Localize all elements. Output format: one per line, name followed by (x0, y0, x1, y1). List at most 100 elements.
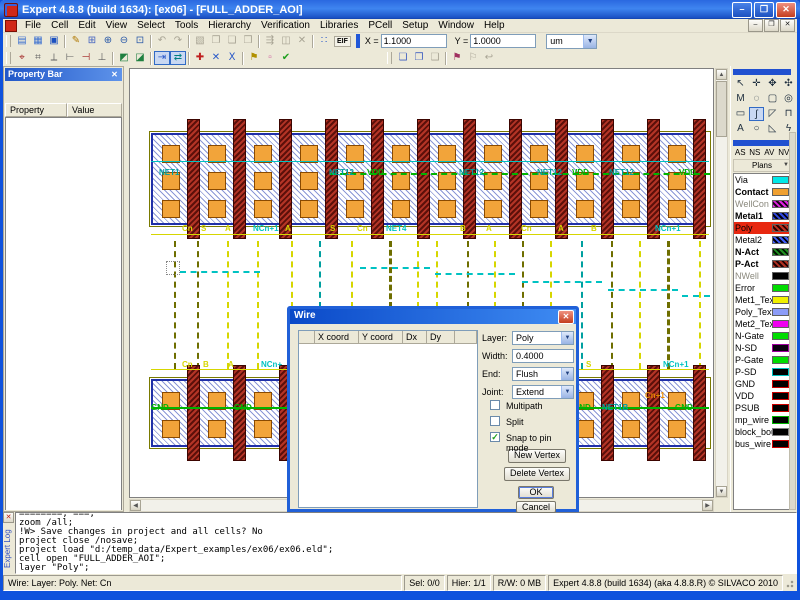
toolbar-edit-icon[interactable]: ✎ (68, 34, 84, 48)
ok-button[interactable]: OK (518, 486, 554, 499)
layer-swatch[interactable] (772, 440, 789, 448)
tool-mirror-icon[interactable]: M (733, 92, 748, 106)
layer-swatch[interactable] (772, 356, 789, 364)
tool-rotate-icon[interactable]: ✣ (781, 77, 796, 91)
layer-swatch[interactable] (772, 368, 789, 376)
layer-row-error[interactable]: Error (734, 282, 790, 294)
checkbox-split[interactable] (490, 416, 500, 426)
layer-row-poly[interactable]: Poly (734, 222, 790, 234)
layer-swatch[interactable] (772, 176, 789, 184)
layer-row-met1_text[interactable]: Met1_Text (734, 294, 790, 306)
toolbar-zoom-in-icon[interactable]: ⊕ (100, 34, 116, 48)
toolbar-grip[interactable] (387, 52, 392, 64)
toolbar-snap-pin-icon[interactable]: ⇄ (170, 51, 186, 65)
resize-grip[interactable] (785, 575, 797, 591)
layer-row-mp_wire[interactable]: mp_wire (734, 414, 790, 426)
menu-item-verification[interactable]: Verification (256, 20, 315, 31)
close-icon[interactable]: ✕ (3, 512, 14, 523)
layer-select[interactable]: Poly ▼ (512, 331, 574, 345)
toolbar-report-2-icon[interactable]: ❐ (411, 51, 427, 65)
menu-item-pcell[interactable]: PCell (363, 20, 397, 31)
eif-button[interactable]: EIF (334, 36, 351, 47)
layer-row-p-sd[interactable]: P-SD (734, 366, 790, 378)
close-button[interactable]: ✕ (776, 2, 796, 18)
y-coord-input[interactable]: 1.0000 (470, 34, 536, 48)
property-column-header[interactable]: Property (5, 103, 67, 117)
vertical-scroll-thumb[interactable] (716, 81, 727, 137)
layer-row-via[interactable]: Via (734, 174, 790, 186)
tool-box-select-icon[interactable]: ▢ (765, 92, 780, 106)
toolbar-add-vertex-icon[interactable]: ✚ (192, 51, 208, 65)
checkbox-multipath[interactable] (490, 400, 500, 410)
tool-wire-icon[interactable]: ʃ (749, 107, 764, 121)
layer-swatch[interactable] (772, 248, 789, 256)
toolbar-grid-icon[interactable]: ∷ (316, 34, 332, 48)
property-list[interactable] (5, 117, 122, 510)
tool-text-icon[interactable]: A (733, 122, 748, 136)
toolbar-via-tool-icon[interactable]: ⊥ (94, 51, 110, 65)
toolbar-new-icon[interactable]: ▤ (14, 34, 30, 48)
chevron-down-icon[interactable]: ▼ (561, 368, 573, 380)
layer-row-contact[interactable]: Contact (734, 186, 790, 198)
toolbar-marker-off-icon[interactable]: ⚐ (465, 51, 481, 65)
close-icon[interactable]: ✕ (558, 310, 574, 324)
toolbar-grip[interactable] (6, 52, 11, 64)
chevron-down-icon[interactable]: ▼ (583, 35, 596, 48)
toolbar-report-3-icon[interactable]: ❑ (427, 51, 443, 65)
menu-item-select[interactable]: Select (132, 20, 170, 31)
mdi-minimize-button[interactable]: – (748, 19, 763, 32)
mdi-close-button[interactable]: ✕ (780, 19, 795, 32)
toolbar-flatten-icon[interactable]: ⇶ (262, 34, 278, 48)
maximize-button[interactable]: ❐ (754, 2, 774, 18)
toolbar-undo-icon[interactable]: ↶ (154, 34, 170, 48)
chevron-down-icon[interactable]: ▼ (561, 386, 573, 398)
layer-swatch[interactable] (772, 224, 789, 232)
layer-row-n-gate[interactable]: N-Gate (734, 330, 790, 342)
scroll-left-icon[interactable]: ◀ (130, 500, 141, 511)
menu-item-edit[interactable]: Edit (73, 20, 100, 31)
layer-row-p-act[interactable]: P-Act (734, 258, 790, 270)
scroll-up-icon[interactable]: ▲ (716, 69, 727, 80)
layer-swatch[interactable] (772, 188, 789, 196)
plans-dropdown[interactable]: Plans ▼ (733, 159, 791, 172)
toolbar-pin-icon[interactable]: ⟂ (46, 51, 62, 65)
menu-item-file[interactable]: File (20, 20, 46, 31)
close-icon[interactable]: ✕ (109, 69, 120, 80)
toolbar-zoom-out-icon[interactable]: ⊖ (116, 34, 132, 48)
layer-swatch[interactable] (772, 308, 789, 316)
toolbar-paste-icon[interactable]: ❏ (224, 34, 240, 48)
toolbar-net-check-icon[interactable]: ◩ (116, 51, 132, 65)
menu-item-tools[interactable]: Tools (170, 20, 203, 31)
checkbox-snap-to-pin-mode[interactable]: ✓ (490, 432, 500, 442)
toolbar-net-view-icon[interactable]: ◪ (132, 51, 148, 65)
menu-item-cell[interactable]: Cell (46, 20, 73, 31)
toolbar-redo-icon[interactable]: ↷ (170, 34, 186, 48)
joint-select[interactable]: Extend ▼ (512, 385, 574, 399)
layer-swatch[interactable] (772, 200, 789, 208)
layer-row-wellcon[interactable]: WellCon (734, 198, 790, 210)
layer-swatch[interactable] (772, 320, 789, 328)
vertical-scrollbar[interactable]: ▲ ▼ (715, 68, 728, 498)
toolbar-cut-icon[interactable]: ▧ (192, 34, 208, 48)
toolbar-ruler-icon[interactable]: ⌗ (30, 51, 46, 65)
toolbar-port-right-icon[interactable]: ⊣ (78, 51, 94, 65)
tool-lasso-icon[interactable]: ◌ (749, 92, 764, 106)
mode-header-av[interactable]: AV (762, 148, 777, 157)
property-bar-title[interactable]: Property Bar ✕ (5, 68, 122, 81)
scroll-right-icon[interactable]: ▶ (702, 500, 713, 511)
tool-target-icon[interactable]: ◎ (781, 92, 796, 106)
scroll-down-icon[interactable]: ▼ (716, 486, 727, 497)
toolbar-port-left-icon[interactable]: ⊢ (62, 51, 78, 65)
end-select[interactable]: Flush ▼ (512, 367, 574, 381)
layer-row-block_boundary[interactable]: block_boundary (734, 426, 790, 438)
toolbar-jump-back-icon[interactable]: ↩ (481, 51, 497, 65)
layer-row-p-gate[interactable]: P-Gate (734, 354, 790, 366)
tool-pan-icon[interactable]: ✛ (749, 77, 764, 91)
toolbar-duplicate-icon[interactable]: ❒ (240, 34, 256, 48)
toolbar-handle[interactable] (733, 140, 791, 146)
delete-vertex-button[interactable]: Delete Vertex (504, 467, 570, 481)
layer-row-vdd[interactable]: VDD (734, 390, 790, 402)
tool-polygon-icon[interactable]: ◸ (765, 107, 780, 121)
toolbar-marker-icon[interactable]: ⚑ (449, 51, 465, 65)
toolbar-report-1-icon[interactable]: ❏ (395, 51, 411, 65)
